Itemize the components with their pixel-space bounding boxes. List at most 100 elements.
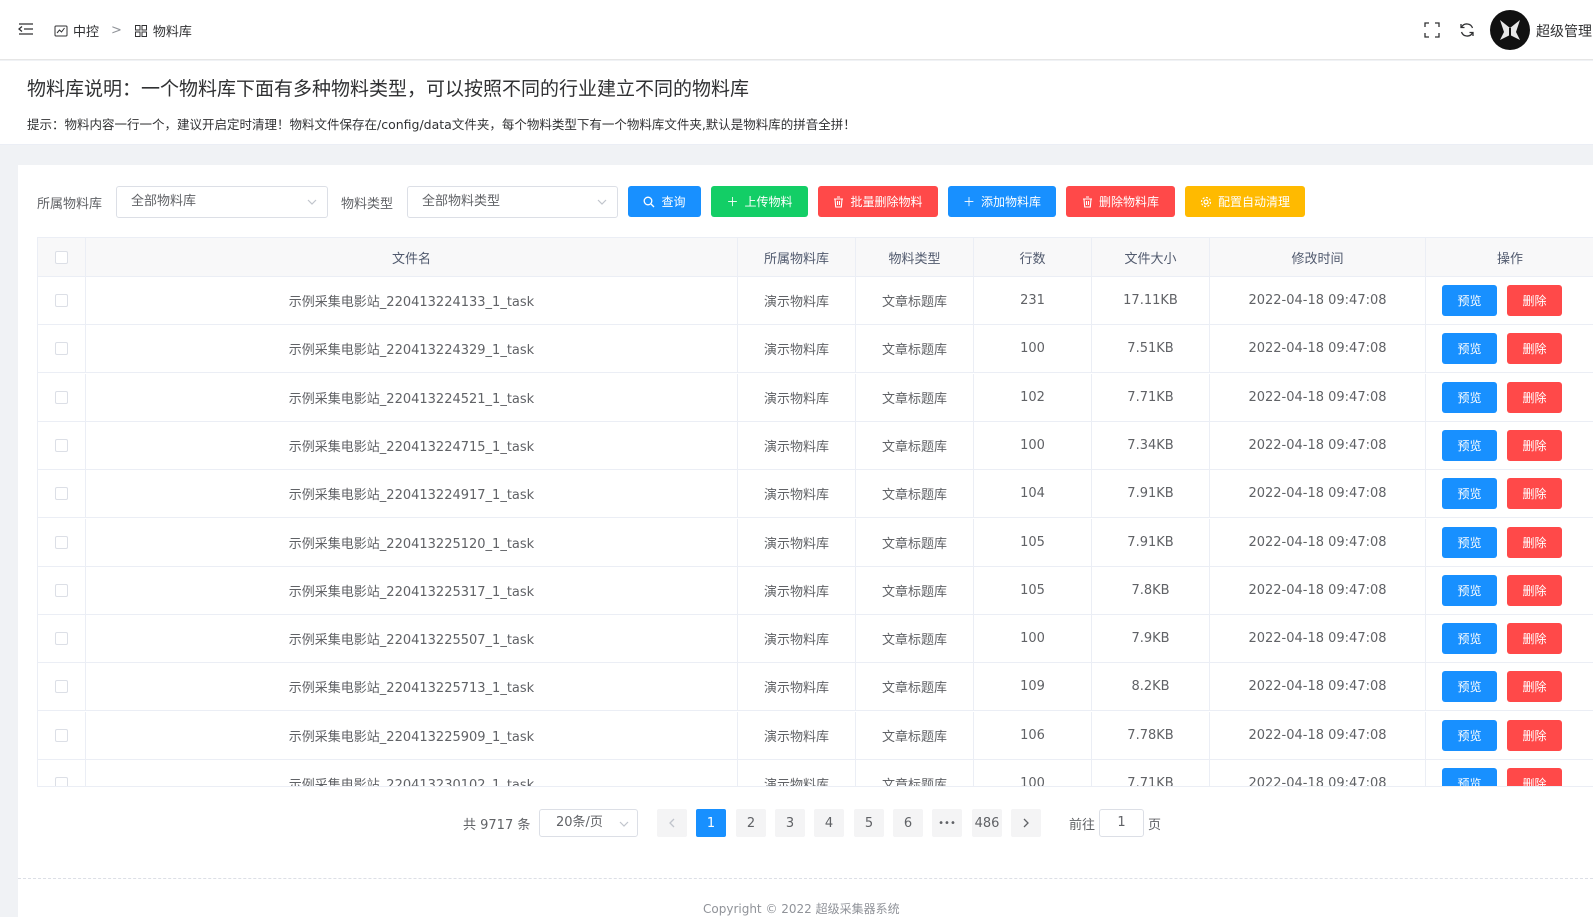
delete-button[interactable]: 删除	[1507, 333, 1562, 365]
preview-button[interactable]: 预览	[1442, 478, 1497, 510]
page-ellipsis[interactable]: •••	[932, 809, 962, 837]
page-size-select[interactable]: 20条/页	[539, 809, 638, 837]
delete-button[interactable]: 删除	[1507, 768, 1562, 786]
row-checkbox[interactable]	[55, 728, 68, 742]
delete-library-button[interactable]: 删除物料库	[1066, 186, 1175, 217]
delete-button[interactable]: 删除	[1507, 719, 1562, 751]
page-6[interactable]: 6	[893, 809, 923, 837]
page-last[interactable]: 486	[972, 809, 1002, 837]
preview-button[interactable]: 预览	[1442, 285, 1497, 316]
avatar-logo-icon	[1500, 20, 1520, 40]
row-checkbox[interactable]	[55, 777, 68, 786]
preview-button[interactable]: 预览	[1442, 671, 1497, 703]
table-header: 文件名 所属物料库 物料类型 行数 文件大小 修改时间 操作	[38, 237, 1593, 277]
row-checkbox[interactable]	[55, 294, 68, 307]
breadcrumb-item-control[interactable]: 中控	[73, 21, 99, 40]
notice-title: 物料库说明：一个物料库下面有多种物料类型，可以按照不同的行业建立不同的物料库	[27, 78, 750, 100]
header-actions: 操作	[1496, 251, 1523, 267]
cell-lib: 演示物料库	[738, 711, 856, 759]
select-all-checkbox[interactable]	[55, 250, 68, 264]
page-1[interactable]: 1	[696, 809, 726, 837]
gear-icon	[1200, 196, 1212, 207]
delete-button[interactable]: 删除	[1507, 285, 1562, 316]
query-button[interactable]: 查询	[628, 186, 701, 217]
delete-button[interactable]: 删除	[1507, 478, 1562, 510]
cell-lines: 102	[974, 373, 1092, 421]
page-4[interactable]: 4	[814, 809, 844, 837]
header-filename: 文件名	[86, 238, 738, 276]
row-checkbox[interactable]	[55, 342, 68, 356]
row-select-cell	[38, 277, 86, 324]
table-row: 示例采集电影站_220413225713_1_task 演示物料库 文章标题库 109…	[38, 663, 1593, 712]
row-checkbox[interactable]	[55, 535, 68, 549]
cell-time: 2022-04-18 09:47:08	[1210, 615, 1426, 663]
preview-button[interactable]: 预览	[1442, 429, 1497, 461]
header-type: 物料类型	[856, 238, 974, 276]
goto-page-input[interactable]: 1	[1099, 809, 1144, 837]
table-row: 示例采集电影站_220413224917_1_task 演示物料库 文章标题库 104…	[38, 470, 1593, 519]
material-list-card: 所属物料库 全部物料库 物料类型 全部物料类型 查询 ＋ 上传物料 批量删除物料…	[18, 165, 1593, 917]
grid-icon	[134, 24, 147, 37]
preview-button[interactable]: 预览	[1442, 381, 1497, 413]
auto-clean-button[interactable]: 配置自动清理	[1185, 186, 1305, 217]
preview-button[interactable]: 预览	[1442, 768, 1497, 786]
cell-actions: 预览 删除	[1426, 712, 1593, 759]
cell-time: 2022-04-18 09:47:08	[1210, 518, 1426, 566]
menu-fold-icon[interactable]	[18, 22, 34, 36]
page-5[interactable]: 5	[854, 809, 884, 837]
prev-page-button[interactable]	[657, 809, 687, 837]
page-2[interactable]: 2	[736, 809, 766, 837]
preview-button[interactable]: 预览	[1442, 526, 1497, 558]
avatar[interactable]	[1490, 10, 1530, 50]
preview-button[interactable]: 预览	[1442, 719, 1497, 751]
cell-time: 2022-04-18 09:47:08	[1210, 373, 1426, 421]
add-library-button[interactable]: ＋ 添加物料库	[948, 186, 1056, 217]
upload-material-button[interactable]: ＋ 上传物料	[711, 186, 808, 217]
cell-time: 2022-04-18 09:47:08	[1210, 760, 1426, 786]
preview-button[interactable]: 预览	[1442, 574, 1497, 606]
type-select[interactable]: 全部物料类型	[407, 186, 618, 218]
cell-type: 文章标题库	[856, 277, 974, 324]
cell-name: 示例采集电影站_220413224521_1_task	[86, 373, 738, 421]
select-all-cell	[38, 238, 86, 276]
cell-lib: 演示物料库	[738, 615, 856, 663]
delete-button[interactable]: 删除	[1507, 526, 1562, 558]
delete-button[interactable]: 删除	[1507, 574, 1562, 606]
cell-lines: 100	[974, 325, 1092, 373]
cell-actions: 预览 删除	[1426, 374, 1593, 421]
preview-button[interactable]: 预览	[1442, 333, 1497, 365]
next-page-button[interactable]	[1011, 809, 1041, 837]
cell-actions: 预览 删除	[1426, 567, 1593, 614]
library-filter-label: 所属物料库	[37, 197, 103, 212]
library-select[interactable]: 全部物料库	[116, 186, 328, 218]
delete-button[interactable]: 删除	[1507, 671, 1562, 703]
row-checkbox[interactable]	[55, 487, 68, 501]
row-checkbox[interactable]	[55, 680, 68, 694]
refresh-icon[interactable]	[1459, 22, 1475, 38]
delete-button[interactable]: 删除	[1507, 429, 1562, 461]
row-checkbox[interactable]	[55, 583, 68, 597]
delete-button[interactable]: 删除	[1507, 381, 1562, 413]
cell-lib: 演示物料库	[738, 277, 856, 324]
cell-lines: 231	[974, 277, 1092, 324]
breadcrumb: 中控 > 物料库	[54, 21, 192, 40]
cell-actions: 预览 删除	[1426, 470, 1593, 517]
cell-lib: 演示物料库	[738, 663, 856, 711]
user-name[interactable]: 超级管理员	[1536, 21, 1593, 41]
cell-name: 示例采集电影站_220413225713_1_task	[86, 663, 738, 711]
cell-type: 文章标题库	[856, 470, 974, 518]
preview-button[interactable]: 预览	[1442, 623, 1497, 655]
table-row: 示例采集电影站_220413225120_1_task 演示物料库 文章标题库 105…	[38, 518, 1593, 567]
row-checkbox[interactable]	[55, 390, 68, 404]
batch-delete-button[interactable]: 批量删除物料	[818, 186, 938, 217]
row-checkbox[interactable]	[55, 632, 68, 646]
type-select-value: 全部物料类型	[422, 194, 501, 209]
cell-lib: 演示物料库	[738, 518, 856, 566]
delete-button[interactable]: 删除	[1507, 623, 1562, 655]
row-checkbox[interactable]	[55, 438, 68, 452]
page-3[interactable]: 3	[775, 809, 805, 837]
fullscreen-icon[interactable]	[1424, 22, 1440, 38]
type-filter-label: 物料类型	[341, 197, 394, 212]
cell-lib: 演示物料库	[738, 566, 856, 614]
cell-lines: 105	[974, 566, 1092, 614]
